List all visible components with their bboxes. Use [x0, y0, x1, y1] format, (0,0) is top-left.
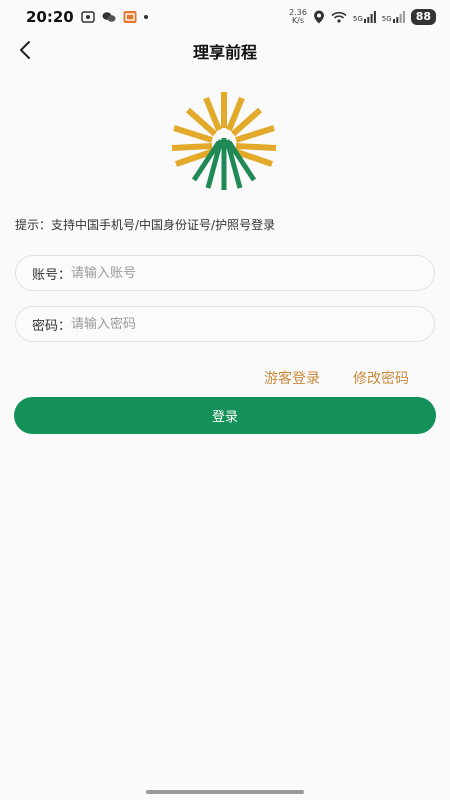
account-field[interactable]: 账号：: [15, 255, 435, 291]
more-notifications-dot: [143, 15, 148, 19]
status-time: 20:20: [26, 8, 74, 26]
nav-bar: 理享前程: [0, 34, 450, 66]
status-left: 20:20: [26, 8, 148, 26]
page-title: 理享前程: [192, 43, 257, 62]
signal-group-2: 5G: [382, 11, 405, 23]
app-logo: [171, 92, 277, 190]
wechat-icon: [102, 12, 116, 22]
password-field[interactable]: 密码：: [15, 306, 435, 342]
status-right: 2.36 K/s 5G 5G 88: [289, 9, 436, 25]
password-input[interactable]: [71, 316, 434, 332]
login-hint: 提示：支持中国手机号/中国身份证号/护照号登录: [15, 218, 276, 232]
account-input[interactable]: [71, 265, 434, 281]
signal-group-1: 5G: [353, 11, 376, 23]
app-notification-icon: [123, 11, 137, 23]
guest-login-link[interactable]: 游客登录: [264, 368, 320, 388]
account-label: 账号：: [32, 267, 72, 283]
signal-bars-icon: [363, 11, 376, 23]
location-icon: [313, 10, 324, 24]
wifi-icon: [331, 11, 347, 23]
password-label: 密码：: [32, 318, 72, 334]
change-password-link[interactable]: 修改密码: [353, 368, 409, 388]
signal-label-2: 5G: [381, 15, 392, 23]
signal-label-1: 5G: [352, 15, 363, 23]
battery-indicator: 88: [410, 9, 436, 25]
signal-bars-icon: [392, 11, 405, 23]
login-button[interactable]: 登录: [14, 397, 436, 434]
status-bar: 20:20 2.36 K/s 5G 5G 88: [0, 0, 450, 34]
network-speed: 2.36 K/s: [289, 9, 307, 25]
home-indicator[interactable]: [146, 790, 304, 794]
network-speed-unit: K/s: [291, 16, 305, 25]
screenshot-icon: [81, 11, 95, 23]
